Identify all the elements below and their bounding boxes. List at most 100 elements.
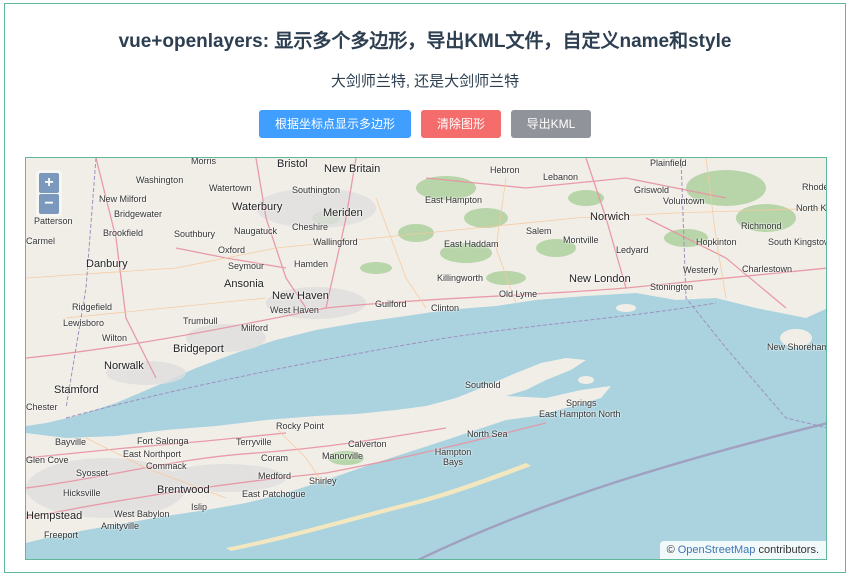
place-label: Manorville [322, 451, 364, 461]
place-label: New London [569, 273, 631, 285]
place-label: Carmel [26, 236, 56, 246]
map-view[interactable]: Morris Bristol New Britain Hebron Plainf… [25, 157, 827, 560]
place-label: Shirley [309, 476, 337, 486]
place-label: Southbury [174, 229, 216, 239]
place-label: Terryville [236, 437, 272, 447]
place-label: Lebanon [543, 172, 579, 182]
place-label: Springs [566, 398, 597, 408]
place-label: Fort Salonga [137, 436, 189, 446]
place-label: Naugatuck [234, 226, 278, 236]
place-label: Freeport [44, 530, 79, 540]
place-label: Bridgewater [114, 209, 163, 219]
place-label: Meriden [323, 207, 363, 219]
place-label: New Shoreham [767, 342, 827, 352]
place-label: Waterbury [232, 201, 283, 213]
place-label: Griswold [634, 185, 670, 195]
place-label: Killingworth [437, 273, 484, 283]
place-label: Hampton Bays [434, 447, 472, 467]
place-label: Stonington [650, 282, 694, 292]
place-label: South Kingstown [768, 237, 826, 247]
page-title: vue+openlayers: 显示多个多边形，导出KML文件，自定义name和… [118, 31, 732, 52]
place-label: Rocky Point [276, 421, 325, 431]
place-label: Oxford [218, 245, 246, 255]
place-label: Milford [241, 323, 269, 333]
place-label: Richmond [741, 221, 782, 231]
attribution-suffix: contributors. [758, 544, 819, 556]
zoom-in-button[interactable]: + [39, 173, 59, 193]
place-label: Glen Cove [26, 455, 69, 465]
clear-shapes-button[interactable]: 清除图形 [421, 110, 501, 138]
openstreetmap-link[interactable]: OpenStreetMap [678, 544, 756, 556]
place-label: Stamford [54, 384, 99, 396]
place-label: East Patchogue [242, 489, 306, 499]
place-label: Patterson [34, 216, 73, 226]
place-label: Rhode [802, 182, 827, 192]
place-label: Washington [136, 175, 184, 185]
place-label: Salem [526, 226, 552, 236]
place-label: Trumbull [183, 316, 218, 326]
place-label: East Hampton North [539, 409, 621, 419]
place-label: East Hampton [425, 195, 483, 205]
place-label: Amityville [101, 521, 140, 531]
place-label: Clinton [431, 303, 460, 313]
attribution-prefix: © [666, 544, 675, 556]
place-label: Charlestown [742, 264, 793, 274]
place-label: Cheshire [292, 222, 329, 232]
place-label: Southington [292, 185, 341, 195]
zoom-control: + − [36, 170, 62, 217]
place-label: New Haven [272, 290, 329, 302]
place-label: New Milford [99, 194, 147, 204]
place-label: Montville [563, 235, 599, 245]
place-label: Wallingford [313, 237, 358, 247]
zoom-out-button[interactable]: − [39, 194, 59, 214]
place-label: Syosset [76, 468, 109, 478]
place-label: Westerly [683, 265, 718, 275]
place-label: Lewisboro [63, 318, 105, 328]
place-label: Plainfield [650, 158, 687, 168]
page-subtitle: 大剑师兰特, 还是大剑师兰特 [330, 73, 520, 90]
place-label: Ledyard [616, 245, 649, 255]
place-label: Bristol [277, 158, 308, 170]
place-label: West Babylon [114, 509, 170, 519]
place-label: Norwich [590, 211, 630, 223]
place-label: Hopkinton [696, 237, 737, 247]
place-label: Morris [191, 157, 216, 166]
place-label: Hebron [490, 165, 520, 175]
place-label: North Sea [467, 429, 508, 439]
place-label: Watertown [209, 183, 252, 193]
place-label: Chester [26, 402, 58, 412]
app-container: vue+openlayers: 显示多个多边形，导出KML文件，自定义name和… [4, 3, 846, 573]
show-polygons-button[interactable]: 根据坐标点显示多边形 [259, 110, 411, 138]
place-label: Ansonia [224, 278, 264, 290]
place-label: New Britain [324, 163, 381, 175]
place-label: Bayville [55, 437, 87, 447]
place-label: Danbury [86, 258, 128, 270]
place-label: Norwalk [104, 360, 144, 372]
toolbar: 根据坐标点显示多边形 清除图形 导出KML [5, 110, 845, 138]
place-label: Voluntown [663, 196, 705, 206]
place-label: Brentwood [157, 484, 210, 496]
place-label: North K [796, 203, 827, 213]
place-label: Medford [258, 471, 292, 481]
map-attribution: © OpenStreetMap contributors. [659, 541, 826, 559]
place-label: East Haddam [444, 239, 499, 249]
place-label: Hicksville [63, 488, 101, 498]
place-label: Calverton [348, 439, 387, 449]
place-label: Commack [146, 461, 187, 471]
place-label: Brookfield [103, 228, 144, 238]
place-label: Ridgefield [72, 302, 113, 312]
place-label: Hempstead [26, 510, 83, 522]
place-label: Wilton [102, 333, 128, 343]
place-label: Old Lyme [499, 289, 538, 299]
maritime-boundary [417, 422, 826, 559]
place-label: East Northport [123, 449, 182, 459]
export-kml-button[interactable]: 导出KML [511, 110, 591, 138]
place-label: Seymour [228, 261, 265, 271]
place-label: Guilford [375, 299, 407, 309]
place-label: Islip [191, 502, 208, 512]
place-label: Bridgeport [173, 343, 224, 355]
place-label: Hamden [294, 259, 329, 269]
place-label: Coram [261, 453, 289, 463]
place-label: Southold [465, 380, 501, 390]
place-label: West Haven [270, 305, 319, 315]
